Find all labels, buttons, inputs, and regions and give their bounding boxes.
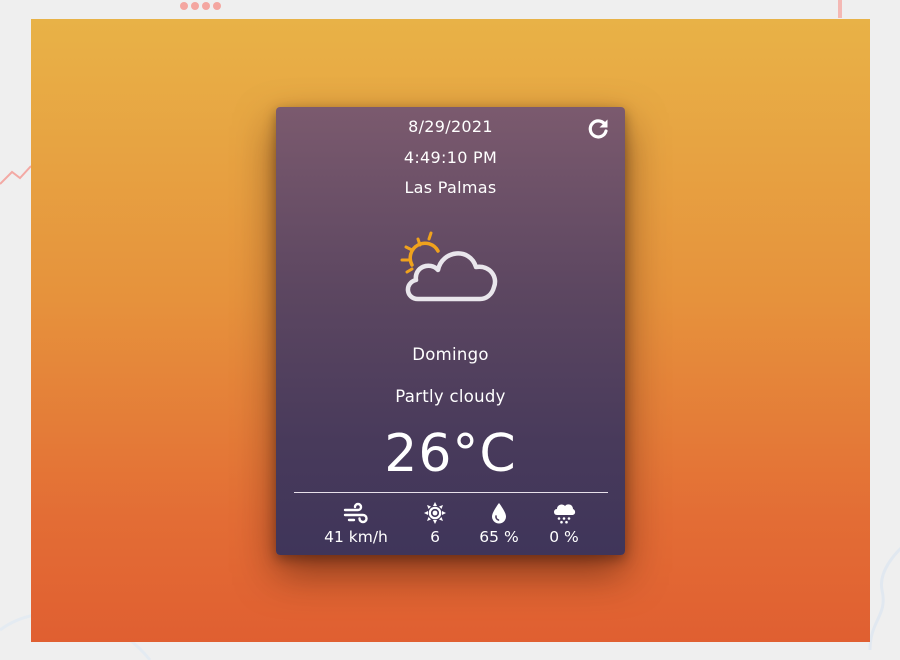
partly-cloudy-icon [400, 231, 498, 302]
decorative-bar [838, 0, 842, 18]
weather-card: 8/29/2021 4:49:10 PM Las Palmas Domingo … [276, 107, 625, 555]
weather-description: Partly cloudy [395, 387, 506, 406]
gradient-stage: 8/29/2021 4:49:10 PM Las Palmas Domingo … [31, 19, 870, 642]
rain-cloud-icon [554, 504, 576, 524]
day-label: Domingo [412, 345, 489, 364]
sun-uv-icon [424, 502, 446, 524]
wind-value: 41 km/h [324, 528, 388, 546]
time-label: 4:49:10 PM [403, 148, 498, 167]
city-label: Las Palmas [404, 178, 497, 197]
decorative-zigzag [0, 165, 31, 185]
wind-stat: 41 km/h [316, 502, 396, 546]
precipitation-stat: 0 % [539, 502, 589, 546]
temperature-value: 26°C [384, 424, 517, 484]
divider [294, 492, 608, 493]
precipitation-value: 0 % [549, 528, 579, 546]
humidity-stat: 65 % [464, 502, 534, 546]
decorative-dots [180, 0, 222, 18]
droplet-icon [492, 503, 506, 524]
uv-stat: 6 [415, 502, 455, 546]
page-background: 8/29/2021 4:49:10 PM Las Palmas Domingo … [0, 0, 900, 660]
humidity-value: 65 % [479, 528, 519, 546]
decorative-cloud-outline [868, 547, 900, 651]
wind-icon [343, 502, 368, 524]
uv-value: 6 [430, 528, 440, 546]
date-label: 8/29/2021 [408, 117, 493, 136]
